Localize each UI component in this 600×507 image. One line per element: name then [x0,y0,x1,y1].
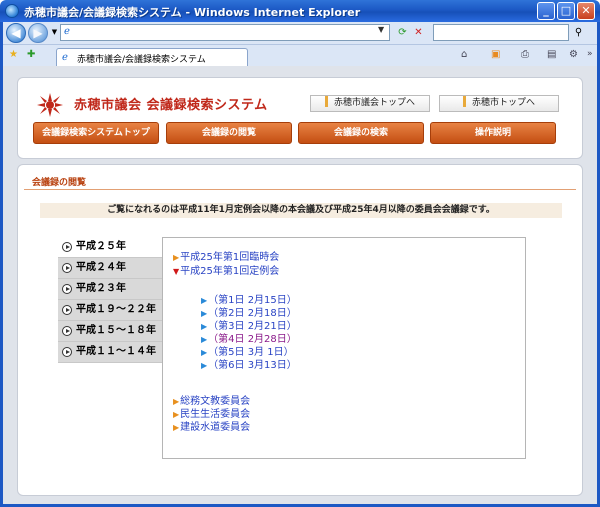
stop-icon[interactable]: ✕ [411,25,426,40]
add-favorite-icon[interactable]: ✚ [27,49,35,60]
day-link-6[interactable]: ▶（第6日 3月13日） [201,356,297,371]
session-list: ▶平成25年第1回臨時会 ▼平成25年第1回定例会 ▶（第1日 2月15日） ▶… [162,237,526,459]
address-input[interactable]: ℯ [60,24,390,41]
triangle-right-icon: ▶ [201,361,208,370]
minimize-button[interactable]: _ [537,2,555,20]
window-title: 赤穂市議会/会議録検索システム - Windows Internet Explo… [24,6,361,19]
city-emblem-icon [37,93,63,117]
city-top-link[interactable]: 赤穂市トップへ [439,95,559,112]
address-toolbar: ◀ ▶ ▼ ℯ ▼ ⟳ ✕ ⚲ [3,22,597,44]
favorites-star-icon[interactable]: ★ [9,49,18,60]
more-chevron-icon[interactable]: » [587,49,593,59]
year-tab-h15-18[interactable]: 平成１５～１８年 [58,321,162,342]
triangle-down-icon: ▼ [173,267,180,276]
back-button[interactable]: ◀ [6,23,26,43]
year-tab-h25[interactable]: 平成２５年 [58,237,162,258]
arrow-circle-icon [62,242,72,252]
maximize-button[interactable]: □ [557,2,575,20]
triangle-right-icon: ▶ [173,253,180,262]
refresh-icon[interactable]: ⟳ [395,25,410,40]
year-tab-h24[interactable]: 平成２４年 [58,258,162,279]
forward-button[interactable]: ▶ [28,23,48,43]
arrow-circle-icon [62,284,72,294]
search-input[interactable] [433,24,569,41]
ie-icon [5,4,19,18]
section-title: 会議録の閲覧 [32,178,87,188]
site-title: 赤穂市議会 会議録検索システム [74,98,268,113]
search-icon[interactable]: ⚲ [571,25,586,40]
session-link-extraordinary[interactable]: ▶平成25年第1回臨時会 [173,248,279,263]
arrow-circle-icon [62,326,72,336]
tab-page-icon: ℯ [62,52,68,63]
triangle-right-icon: ▶ [173,423,180,432]
arrow-circle-icon [62,263,72,273]
year-tab-h19-22[interactable]: 平成１９～２２年 [58,300,162,321]
page-icon: ℯ [64,26,70,37]
feeds-icon[interactable]: ▣ [491,49,500,60]
link-marker [462,96,466,107]
site-header: 赤穂市議会 会議録検索システム 赤穂市議会トップへ 赤穂市トップへ 会議録検索シ… [17,77,583,159]
link-marker [324,96,328,107]
committee-link-construction[interactable]: ▶建設水道委員会 [173,418,250,433]
nav-help[interactable]: 操作説明 [430,122,556,144]
browser-tab[interactable]: ℯ 赤穂市議会/会議録検索システム [56,48,248,67]
arrow-circle-icon [62,305,72,315]
section-divider [24,189,576,190]
page-viewport: 赤穂市議会 会議録検索システム 赤穂市議会トップへ 赤穂市トップへ 会議録検索シ… [3,66,597,504]
address-dropdown-icon[interactable]: ▼ [378,25,389,40]
year-list: 平成２５年 平成２４年 平成２３年 平成１９～２２年 平成１５～１８年 平成１１… [58,237,162,363]
nav-browse[interactable]: 会議録の閲覧 [166,122,292,144]
tab-toolbar: ★ ✚ ℯ 赤穂市議会/会議録検索システム ⌂ ▣ ⎙ ▤ ⚙ » [3,44,597,67]
nav-search[interactable]: 会議録の検索 [298,122,424,144]
page-menu-icon[interactable]: ▤ [547,49,556,60]
council-top-link[interactable]: 赤穂市議会トップへ [310,95,430,112]
tools-gear-icon[interactable]: ⚙ [569,49,578,60]
session-link-regular[interactable]: ▼平成25年第1回定例会 [173,262,279,277]
print-icon[interactable]: ⎙ [521,49,529,60]
arrow-circle-icon [62,347,72,357]
close-button[interactable]: ✕ [577,2,595,20]
main-panel: 会議録の閲覧 ご覧になれるのは平成11年1月定例会以降の本会議及び平成25年4月… [17,164,583,496]
tab-label: 赤穂市議会/会議録検索システム [77,55,206,65]
notice-banner: ご覧になれるのは平成11年1月定例会以降の本会議及び平成25年4月以降の委員会会… [40,203,562,218]
window-titlebar: 赤穂市議会/会議録検索システム - Windows Internet Explo… [0,0,600,22]
home-icon[interactable]: ⌂ [461,49,467,60]
nav-system-top[interactable]: 会議録検索システムトップ [33,122,159,144]
year-tab-h23[interactable]: 平成２３年 [58,279,162,300]
year-tab-h11-14[interactable]: 平成１１～１４年 [58,342,162,363]
